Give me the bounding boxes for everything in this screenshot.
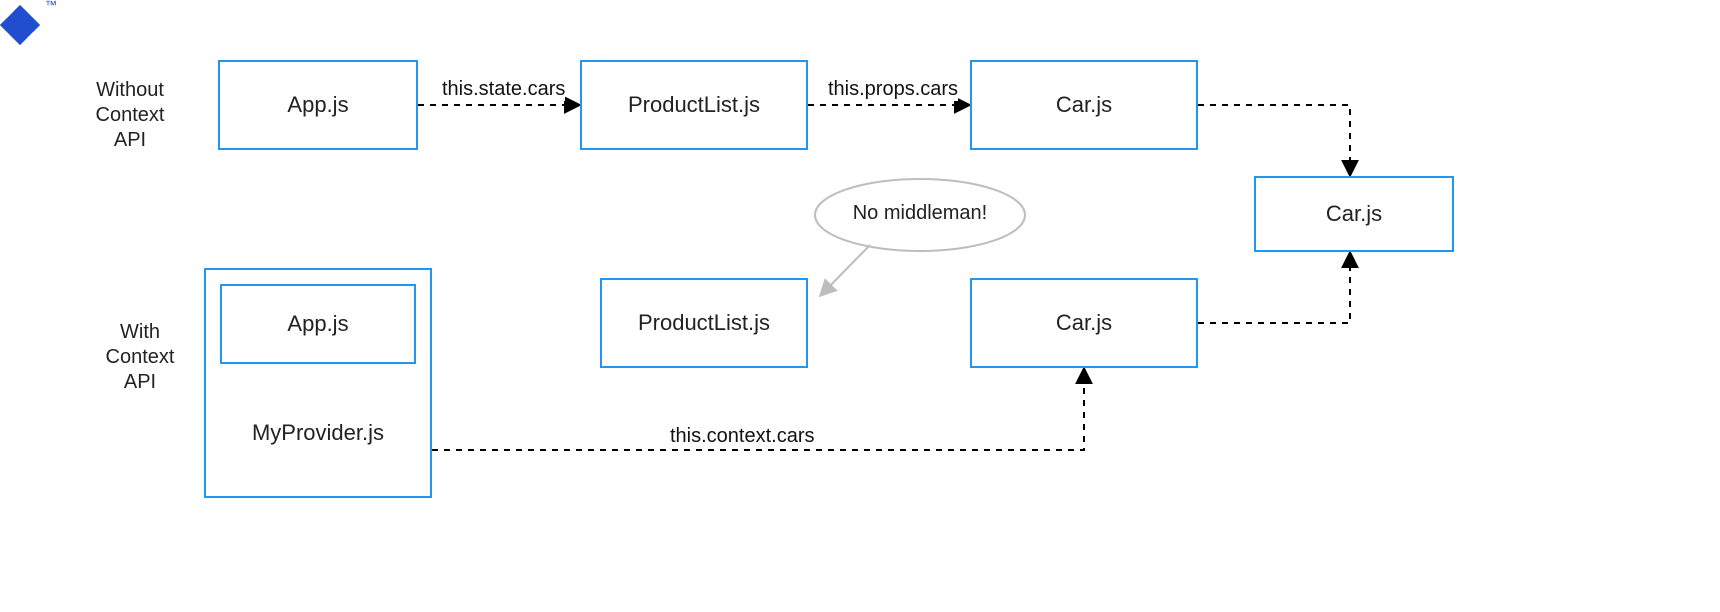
label-merge-car: Car.js xyxy=(1326,201,1382,227)
box-bottom-productlist: ProductList.js xyxy=(600,278,808,368)
logo-tm: ™ xyxy=(45,0,57,12)
box-provider-group: App.js MyProvider.js xyxy=(204,268,432,498)
section-label-with: With Context API xyxy=(90,320,190,395)
box-merge-car: Car.js xyxy=(1254,176,1454,252)
label-top-productlist: ProductList.js xyxy=(628,92,760,118)
edge-label-props: this.props.cars xyxy=(828,78,958,101)
callout-pointer xyxy=(820,245,870,296)
label-bottom-inner-app: App.js xyxy=(287,311,348,337)
box-top-car: Car.js xyxy=(970,60,1198,150)
edge-top-to-merge xyxy=(1198,105,1350,176)
label-provider: MyProvider.js xyxy=(206,420,430,446)
edge-bottom-to-merge xyxy=(1198,252,1350,323)
box-top-productlist: ProductList.js xyxy=(580,60,808,150)
label-top-car: Car.js xyxy=(1056,92,1112,118)
logo-icon xyxy=(0,5,40,45)
section-label-without: Without Context API xyxy=(80,78,180,153)
label-bottom-car: Car.js xyxy=(1056,310,1112,336)
callout-text: No middleman! xyxy=(820,202,1020,225)
box-top-app: App.js xyxy=(218,60,418,150)
box-bottom-car: Car.js xyxy=(970,278,1198,368)
diagram-root: ™ Without Context API With Context API A… xyxy=(0,0,1720,612)
box-bottom-inner-app: App.js xyxy=(220,284,416,364)
label-bottom-productlist: ProductList.js xyxy=(638,310,770,336)
label-top-app: App.js xyxy=(287,92,348,118)
edge-label-state: this.state.cars xyxy=(442,78,565,101)
edge-label-context: this.context.cars xyxy=(670,425,815,448)
